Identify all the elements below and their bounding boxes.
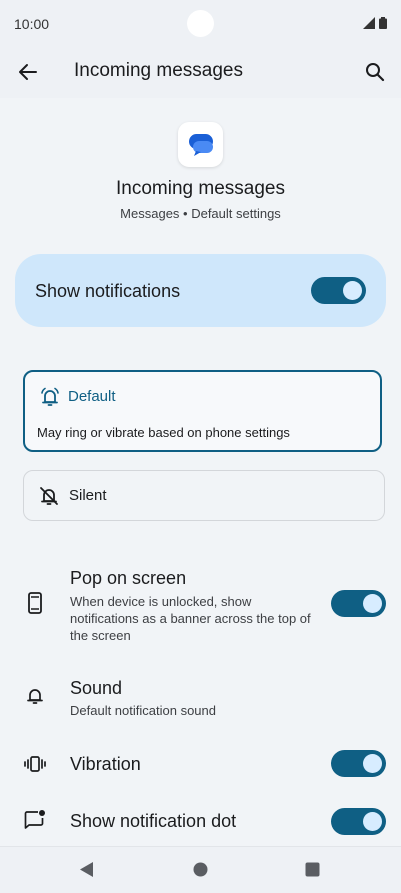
square-recents-icon: [305, 862, 320, 877]
search-icon: [366, 63, 385, 82]
search-button[interactable]: [361, 58, 389, 86]
nav-back-button[interactable]: [78, 861, 94, 883]
option-default-label: Default: [68, 388, 116, 405]
pop-on-screen-toggle[interactable]: [331, 590, 386, 617]
nav-recents-button[interactable]: [305, 862, 320, 882]
toggle-knob: [363, 754, 382, 773]
sound-description: Default notification sound: [70, 703, 216, 718]
show-notifications-label: Show notifications: [35, 281, 181, 301]
option-default[interactable]: Default May ring or vibrate based on pho…: [23, 370, 382, 452]
notification-dot-icon: [24, 809, 46, 831]
battery-icon: [379, 17, 387, 29]
notification-dot-title: Show notification dot: [70, 811, 237, 831]
vibration-icon: [24, 753, 46, 775]
option-default-description: May ring or vibrate based on phone setti…: [37, 425, 290, 440]
toggle-knob: [343, 281, 362, 300]
app-bar: Incoming messages: [0, 48, 401, 98]
app-bar-title: Incoming messages: [74, 60, 243, 81]
circle-home-icon: [193, 862, 208, 877]
back-arrow-icon: [19, 64, 37, 80]
phone-icon: [24, 592, 46, 614]
toggle-knob: [363, 594, 382, 613]
nav-home-button[interactable]: [193, 862, 208, 882]
option-silent-label: Silent: [69, 487, 107, 504]
navigation-bar: [0, 846, 401, 893]
show-notifications-toggle[interactable]: [311, 277, 366, 304]
header-title: Incoming messages: [116, 178, 285, 199]
vibration-toggle[interactable]: [331, 750, 386, 777]
status-time: 10:00: [14, 16, 50, 32]
status-icons: [363, 17, 387, 29]
pop-on-screen-description: When device is unlocked, show notificati…: [70, 594, 311, 643]
triangle-back-icon: [80, 862, 93, 877]
pop-on-screen-title: Pop on screen: [70, 568, 187, 588]
vibration-title: Vibration: [70, 754, 141, 774]
camera-cutout: [187, 10, 214, 37]
option-silent[interactable]: Silent: [23, 470, 385, 521]
status-bar: 10:00: [0, 0, 401, 48]
sound-title: Sound: [70, 678, 123, 698]
messages-app-icon: [178, 122, 223, 167]
back-button[interactable]: [14, 58, 42, 86]
bell-icon: [24, 685, 46, 707]
show-notifications-row[interactable]: Show notifications: [15, 254, 386, 327]
bell-icon: [39, 386, 61, 413]
notification-dot-toggle[interactable]: [331, 808, 386, 835]
toggle-knob: [363, 812, 382, 831]
signal-icon: [363, 17, 375, 29]
header-subtitle: Messages • Default settings: [120, 206, 281, 221]
bell-off-icon: [38, 485, 60, 512]
